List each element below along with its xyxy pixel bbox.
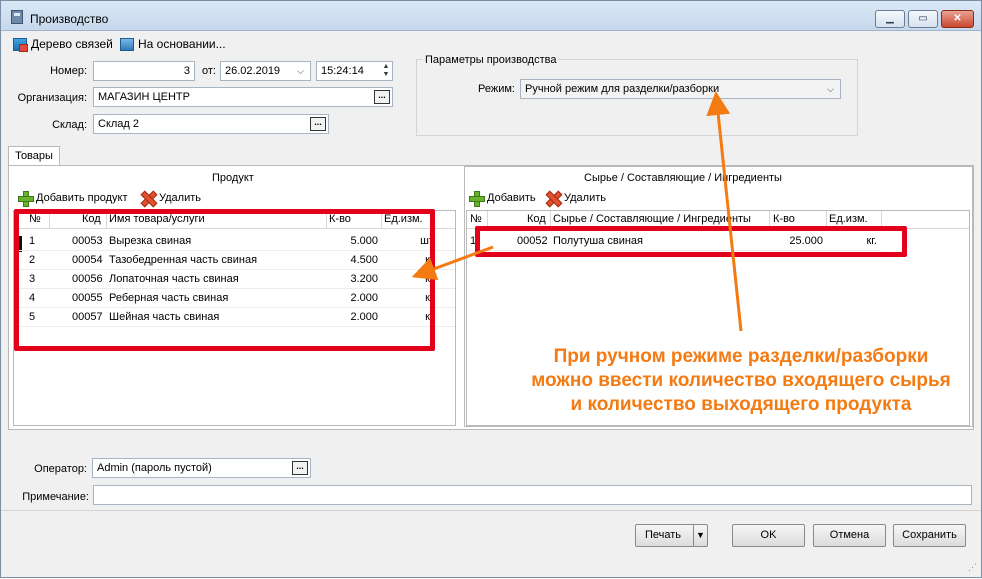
resize-grip-icon[interactable]: ⋰ — [968, 562, 977, 573]
ok-button[interactable]: OK — [732, 524, 805, 547]
note-label: Примечание: — [22, 491, 89, 503]
arrow-to-product — [411, 245, 494, 281]
callout-line-2: можно ввести количество входящего сырья — [531, 370, 951, 391]
note-field[interactable] — [93, 485, 972, 505]
print-button[interactable]: Печать ▼ — [635, 524, 708, 547]
callout-text: При ручном режиме разделки/разборки можн… — [513, 345, 969, 417]
callout-line-1: При ручном режиме разделки/разборки — [553, 346, 929, 367]
production-window: Производство ▁ ▭ ✕ Дерево связей На осно… — [0, 0, 982, 578]
operator-label: Оператор: — [34, 463, 87, 475]
footer-divider — [1, 510, 981, 511]
print-label: Печать — [645, 529, 682, 541]
caret-down-icon[interactable]: ▼ — [693, 525, 707, 546]
ellipsis-icon[interactable]: ... — [292, 461, 308, 475]
cancel-button[interactable]: Отмена — [813, 524, 886, 547]
save-button[interactable]: Сохранить — [893, 524, 966, 547]
arrow-to-mode — [706, 91, 743, 332]
operator-value: Admin (пароль пустой) — [97, 462, 212, 474]
operator-field[interactable]: Admin (пароль пустой) ... — [92, 458, 311, 478]
callout-line-3: и количество выходящего продукта — [570, 394, 912, 415]
